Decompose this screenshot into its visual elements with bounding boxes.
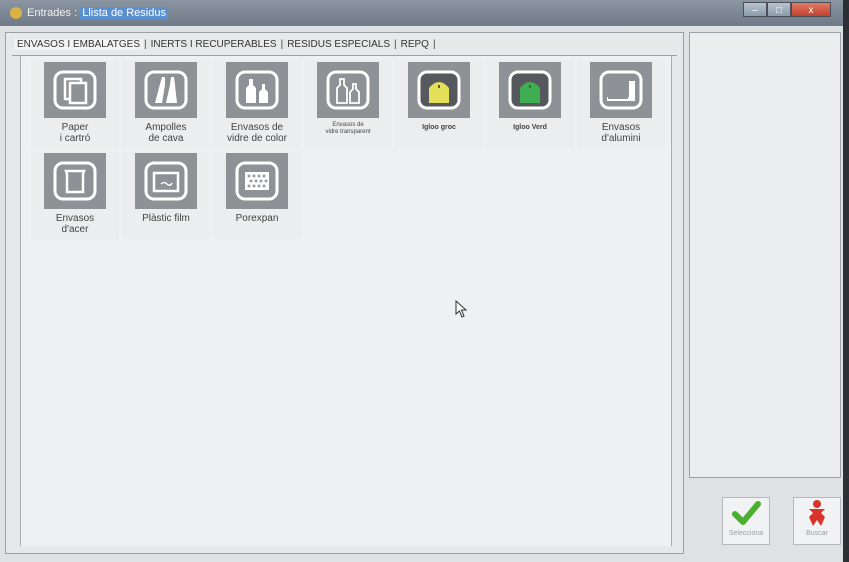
tile-label: Plàstic film — [142, 213, 190, 224]
tile-label: Porexpan — [235, 213, 279, 224]
tile-aluminium[interactable]: Envasos d'alumini — [577, 60, 665, 148]
color-glass-icon — [226, 62, 288, 118]
tile-plastic-film[interactable]: Plàstic film — [122, 151, 210, 239]
cava-bottles-icon — [135, 62, 197, 118]
tile-label: Ampolles de cava — [145, 122, 187, 144]
paper-icon — [44, 62, 106, 118]
tile-label: Envasos d'acer — [55, 213, 95, 235]
title-bar: Entrades : Llista de Residus – □ x — [0, 0, 843, 26]
tile-green-igloo[interactable]: Igloo Verd — [486, 60, 574, 148]
tab-envasos[interactable]: ENVASOS I EMBALATGES — [14, 39, 143, 50]
tile-label: Igloo Verd — [513, 124, 547, 131]
maximize-button[interactable]: □ — [767, 2, 791, 17]
tile-yellow-igloo[interactable]: Igloo groc — [395, 60, 483, 148]
steel-can-icon — [44, 153, 106, 209]
tile-label: Paper i cartró — [59, 122, 91, 144]
tile-label: Igloo groc — [422, 124, 456, 131]
tile-steel-can[interactable]: Envasos d'acer — [31, 151, 119, 239]
tab-inerts[interactable]: INERTS I RECUPERABLES — [148, 39, 280, 50]
search-button-label: Buscar — [806, 530, 828, 537]
tab-repq[interactable]: REPQ — [398, 39, 432, 50]
clear-glass-icon — [317, 62, 379, 118]
main-window: Entrades : Llista de Residus – □ x ENVAS… — [0, 0, 849, 562]
tile-paper[interactable]: Paper i cartró — [31, 60, 119, 148]
tab-residus-especials[interactable]: RESIDUS ESPECIALS — [284, 39, 393, 50]
select-button[interactable]: Selecciona — [722, 497, 770, 545]
selection-panel — [689, 32, 841, 478]
window-controls: – □ x — [743, 2, 831, 17]
window-title-prefix: Entrades : — [27, 7, 81, 19]
window-title: Entrades : Llista de Residus — [27, 7, 168, 19]
checkmark-icon — [732, 501, 761, 525]
yellow-igloo-icon — [408, 62, 470, 118]
tile-label: Envasos d'alumini — [601, 122, 641, 144]
close-button[interactable]: x — [791, 2, 831, 17]
tab-separator: | — [432, 39, 436, 50]
tile-color-glass[interactable]: Envasos de vidre de color — [213, 60, 301, 148]
green-igloo-icon — [499, 62, 561, 118]
aluminium-icon — [590, 62, 652, 118]
tile-label: Envasos de vidre transparent — [325, 122, 371, 135]
mouse-cursor-icon — [455, 299, 469, 323]
porexpan-icon — [226, 153, 288, 209]
tile-label: Envasos de vidre de color — [226, 122, 288, 144]
tile-cava-bottles[interactable]: Ampolles de cava — [122, 60, 210, 148]
tile-porexpan[interactable]: Porexpan — [213, 151, 301, 239]
waste-grid: Paper i cartró Ampolles de cava Envasos … — [31, 60, 665, 239]
search-person-icon — [809, 500, 825, 526]
app-icon — [10, 7, 22, 19]
select-button-label: Selecciona — [728, 530, 764, 537]
tile-clear-glass[interactable]: Envasos de vidre transparent — [304, 60, 392, 148]
waste-list-pane: ENVASOS I EMBALATGES | INERTS I RECUPERA… — [5, 32, 684, 554]
plastic-film-icon — [135, 153, 197, 209]
search-button[interactable]: Buscar — [793, 497, 841, 545]
tab-bar: ENVASOS I EMBALATGES | INERTS I RECUPERA… — [14, 39, 437, 50]
window-title-highlight: Llista de Residus — [80, 7, 168, 19]
minimize-button[interactable]: – — [743, 2, 767, 17]
tab-content: Paper i cartró Ampolles de cava Envasos … — [20, 56, 672, 546]
